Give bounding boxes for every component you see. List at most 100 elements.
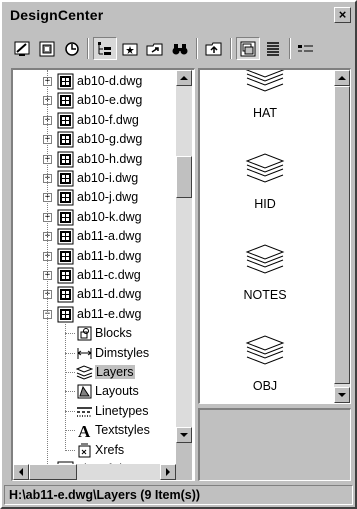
tree-item-label: ab10-d.dwg bbox=[77, 74, 143, 88]
tree-connector bbox=[65, 430, 75, 432]
tree-item-drawing[interactable]: + ab10-e.dwg bbox=[13, 91, 178, 110]
description-icon[interactable] bbox=[261, 37, 285, 60]
tree-item-drawing[interactable]: + ab10-j.dwg bbox=[13, 188, 178, 207]
tree-item-layers[interactable]: Layers bbox=[13, 363, 178, 382]
content-vertical-scroll-thumb[interactable] bbox=[334, 86, 350, 384]
tree-item-label: Blocks bbox=[95, 326, 132, 341]
open-drawings-icon[interactable] bbox=[35, 37, 59, 60]
linetypes-icon bbox=[76, 403, 93, 420]
tree-item-xrefs[interactable]: Xrefs bbox=[13, 441, 178, 460]
layer-item-label: OBJ bbox=[252, 379, 278, 393]
drawing-file-icon bbox=[57, 151, 74, 168]
desktop-icon[interactable] bbox=[10, 37, 34, 60]
tree-item-drawing[interactable]: + ab10-i.dwg bbox=[13, 169, 178, 188]
tree-item-blocks[interactable]: Blocks bbox=[13, 324, 178, 343]
tree-item-drawing[interactable]: + ab11-b.dwg bbox=[13, 247, 178, 266]
layer-item-label: NOTES bbox=[243, 288, 287, 302]
tree-item-drawing[interactable]: + ab10-k.dwg bbox=[13, 208, 178, 227]
tree-item-label: ab10-f.dwg bbox=[77, 112, 139, 127]
layers-icon bbox=[75, 364, 94, 381]
title-bar[interactable]: DesignCenter × bbox=[4, 4, 353, 26]
tree-item-drawing[interactable]: + ab10-g.dwg bbox=[13, 130, 178, 149]
tree-item-label: ab10-g.dwg bbox=[77, 132, 143, 147]
layer-item[interactable]: HID bbox=[210, 139, 320, 211]
layer-item[interactable]: HAT bbox=[210, 70, 320, 120]
tree-scroll-left-button[interactable] bbox=[13, 464, 29, 480]
views-icon[interactable] bbox=[295, 37, 315, 60]
layer-item-label: HID bbox=[254, 197, 276, 211]
tree-vertical-scrollbar[interactable] bbox=[176, 70, 192, 443]
drawing-file-icon bbox=[57, 170, 74, 187]
tree-item-label: ab11-c.dwg bbox=[77, 268, 141, 282]
history-icon[interactable] bbox=[60, 37, 84, 60]
tree-item-label: ab10-h.dwg bbox=[77, 151, 143, 166]
drawing-file-icon bbox=[57, 306, 74, 323]
drawing-file-icon bbox=[57, 480, 74, 481]
folder-tree-pane[interactable]: + ab10-d.dwg + ab10-e.dwg + ab10-f.dwg + ab10-g… bbox=[11, 68, 195, 481]
tree-view-toggle-icon[interactable] bbox=[93, 37, 117, 60]
xrefs-icon bbox=[76, 442, 93, 459]
tree-item-label: ab11-e.dwg bbox=[77, 306, 142, 321]
tree-connector bbox=[65, 410, 75, 412]
close-button[interactable]: × bbox=[334, 7, 351, 23]
drawing-file-icon bbox=[57, 92, 74, 109]
content-scroll-up-button[interactable] bbox=[334, 70, 350, 86]
tree-item-drawing[interactable]: + ab11-d.dwg bbox=[13, 285, 178, 304]
designcenter-window: DesignCenter × + ab10-d.dwg + ab10-e.dwg… bbox=[0, 0, 357, 509]
tree-item-dimstyles[interactable]: Dimstyles bbox=[13, 344, 178, 363]
layer-item[interactable]: OBJ bbox=[210, 321, 320, 393]
tree-item-drawing[interactable]: + ab10-f.dwg bbox=[13, 111, 178, 130]
tree-item-drawing[interactable]: + ab10-h.dwg bbox=[13, 150, 178, 169]
tree-scroll-right-button[interactable] bbox=[160, 464, 176, 480]
textstyles-icon: A bbox=[76, 422, 93, 441]
find-icon[interactable] bbox=[168, 37, 192, 60]
preview-icon[interactable] bbox=[236, 37, 260, 60]
tree-connector bbox=[65, 391, 75, 393]
tree-item-label: Textstyles bbox=[95, 423, 150, 438]
tree-item-linetypes[interactable]: Linetypes bbox=[13, 402, 178, 421]
drawing-file-icon bbox=[57, 209, 74, 226]
tree-item-textstyles[interactable]: A Textstyles bbox=[13, 421, 178, 441]
tree-item-label: ab10-j.dwg bbox=[77, 190, 139, 205]
tree-horizontal-scroll-thumb[interactable] bbox=[29, 464, 77, 480]
drawing-file-icon bbox=[57, 267, 74, 284]
toolbar-separator bbox=[289, 38, 291, 59]
tree-connector bbox=[65, 333, 75, 335]
tree-connector bbox=[47, 70, 48, 480]
tree-item-drawing[interactable]: + ab11-c.dwg bbox=[13, 266, 178, 285]
tree-scroll-up-button[interactable] bbox=[176, 70, 192, 86]
tree-item-label: Layers bbox=[95, 365, 135, 379]
toolbar-separator bbox=[196, 38, 198, 59]
favorites-icon[interactable] bbox=[118, 37, 142, 60]
drawing-file-icon bbox=[57, 112, 74, 129]
tree-connector bbox=[65, 352, 75, 354]
tree-vertical-scroll-thumb[interactable] bbox=[176, 156, 192, 198]
content-pane[interactable]: HAT HID NOTES OBJ bbox=[198, 68, 351, 404]
drawing-file-icon bbox=[57, 248, 74, 265]
tree-item-label: ab11-d.dwg bbox=[77, 287, 142, 302]
svg-text:A: A bbox=[78, 422, 91, 439]
up-icon[interactable] bbox=[202, 37, 226, 60]
tree-scroll-down-button[interactable] bbox=[176, 427, 192, 443]
tree-connector bbox=[65, 372, 75, 373]
tree-item-layouts[interactable]: Layouts bbox=[13, 382, 178, 401]
tree-item-drawing[interactable]: − ab11-e.dwg bbox=[13, 305, 178, 324]
tree-item-label: Xrefs bbox=[95, 442, 125, 457]
tree-item-label: ab11-a.dwg bbox=[77, 229, 142, 244]
tree-item-label: ab10-e.dwg bbox=[77, 93, 143, 108]
toolbar bbox=[4, 32, 353, 64]
tree-item-drawing[interactable]: + ab10-d.dwg bbox=[13, 72, 178, 91]
tree-item-label: ab10-k.dwg bbox=[77, 209, 142, 224]
tree-item-drawing[interactable]: + ab11-a.dwg bbox=[13, 227, 178, 246]
drawing-file-icon bbox=[57, 73, 74, 90]
layouts-icon bbox=[76, 383, 93, 400]
content-scroll-down-button[interactable] bbox=[334, 387, 350, 403]
layer-item[interactable]: NOTES bbox=[210, 230, 320, 302]
tree-item-label: ab10-i.dwg bbox=[77, 171, 139, 185]
load-icon[interactable] bbox=[143, 37, 167, 60]
drawing-file-icon bbox=[57, 228, 74, 245]
dimstyles-icon bbox=[76, 345, 93, 362]
drawing-file-icon bbox=[57, 131, 74, 148]
tree-connector bbox=[65, 322, 66, 451]
toolbar-separator bbox=[230, 38, 232, 59]
